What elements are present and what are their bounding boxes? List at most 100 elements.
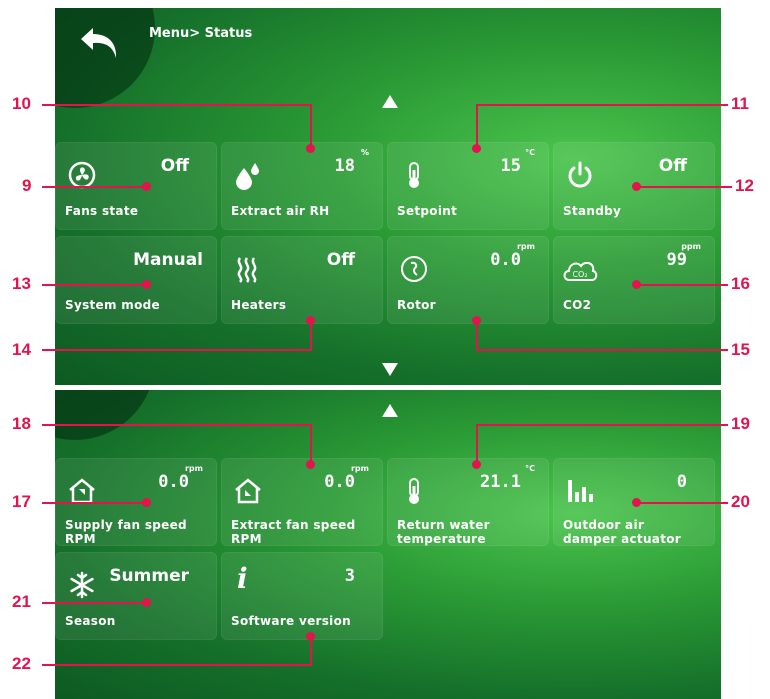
- callout-line: [476, 424, 728, 426]
- co2-unit: ppm: [681, 242, 701, 251]
- rotor-icon: [401, 256, 427, 282]
- outdoor-air-damper-value: 0: [676, 472, 687, 492]
- callout-line: [636, 284, 728, 286]
- system-mode-label: System mode: [65, 298, 160, 312]
- callout-9: 9: [22, 176, 32, 195]
- callout-line: [476, 104, 728, 106]
- house-extract-icon: [235, 478, 261, 504]
- extract-air-rh-value: 18: [334, 156, 355, 176]
- label-line-1: Supply fan speed: [65, 518, 187, 532]
- callout-12: 12: [735, 176, 754, 195]
- return-water-temp-value: 21.1: [480, 472, 521, 492]
- setpoint-label: Setpoint: [397, 204, 458, 218]
- breadcrumb: Menu> Status: [149, 26, 253, 41]
- callout-line: [476, 424, 478, 464]
- heater-waves-icon: [237, 257, 257, 283]
- scroll-up-arrow[interactable]: [382, 95, 398, 108]
- callout-19: 19: [731, 414, 750, 433]
- rotor-value: 0.0: [490, 250, 521, 270]
- standby-value: Off: [658, 156, 687, 176]
- label-line-1: Return water: [397, 518, 490, 532]
- callout-dot: [472, 144, 481, 153]
- heaters-value: Off: [326, 250, 355, 270]
- label-line-2: temperature: [397, 532, 486, 546]
- supply-fan-speed-label: Supply fan speed RPM: [65, 518, 187, 546]
- tile-extract-fan-speed[interactable]: 0.0 rpm Extract fan speed RPM: [221, 458, 383, 546]
- scroll-down-arrow[interactable]: [382, 363, 398, 376]
- callout-18: 18: [12, 414, 31, 433]
- outdoor-air-damper-label: Outdoor air damper actuator: [563, 518, 681, 546]
- label-line-1: Extract fan speed: [231, 518, 356, 532]
- snowflake-icon: [70, 571, 94, 599]
- power-icon: [568, 161, 592, 188]
- fans-state-value: Off: [160, 156, 189, 176]
- setpoint-value: 15: [500, 156, 521, 176]
- callout-13: 13: [12, 274, 31, 293]
- scroll-up-arrow[interactable]: [382, 404, 398, 417]
- tile-return-water-temp[interactable]: 21.1 °C Return water temperature: [387, 458, 549, 546]
- co2-cloud-icon: CO₂: [563, 261, 598, 281]
- tile-software-version[interactable]: i 3 Software version: [221, 552, 383, 640]
- co2-label: CO2: [563, 298, 592, 312]
- callout-dot: [306, 460, 315, 469]
- label-line-2: RPM: [231, 532, 262, 546]
- return-water-temp-unit: °C: [525, 464, 535, 473]
- callout-line: [310, 424, 312, 464]
- callout-dot: [142, 182, 151, 191]
- callout-21: 21: [12, 592, 31, 611]
- label-line-1: Outdoor air: [563, 518, 645, 532]
- tile-extract-air-rh[interactable]: 18 % Extract air RH: [221, 142, 383, 230]
- tile-system-mode[interactable]: Manual System mode: [55, 236, 217, 324]
- callout-line: [42, 284, 146, 286]
- bar-chart-icon: [568, 480, 593, 502]
- callout-line: [42, 349, 312, 351]
- rotor-label: Rotor: [397, 298, 436, 312]
- season-label: Season: [65, 614, 116, 628]
- callout-dot: [632, 498, 641, 507]
- callout-line: [476, 349, 728, 351]
- callout-11: 11: [731, 94, 749, 113]
- callout-20: 20: [731, 492, 750, 511]
- back-arrow-icon: [81, 28, 117, 58]
- label-line-2: RPM: [65, 532, 96, 546]
- extract-fan-speed-label: Extract fan speed RPM: [231, 518, 355, 546]
- rotor-unit: rpm: [516, 242, 535, 251]
- co2-value: 99: [666, 250, 687, 270]
- system-mode-value: Manual: [133, 250, 203, 270]
- tile-rotor[interactable]: 0.0 rpm Rotor: [387, 236, 549, 324]
- callout-dot: [142, 598, 151, 607]
- svg-text:CO₂: CO₂: [572, 270, 587, 279]
- extract-fan-speed-unit: rpm: [350, 464, 369, 473]
- status-panel-page-2: 0.0 rpm Supply fan speed RPM 0.0 rpm Ext…: [55, 390, 721, 699]
- callout-line: [42, 664, 312, 666]
- callout-line: [42, 502, 146, 504]
- callout-line: [42, 602, 146, 604]
- callout-16: 16: [731, 274, 750, 293]
- back-button[interactable]: [75, 22, 127, 64]
- label-line-2: damper actuator: [563, 532, 682, 546]
- callout-line: [42, 186, 146, 188]
- software-version-label: Software version: [231, 614, 351, 628]
- callout-dot: [472, 460, 481, 469]
- extract-air-rh-unit: %: [360, 148, 369, 157]
- season-value: Summer: [109, 566, 189, 586]
- callout-dot: [306, 632, 315, 641]
- callout-14: 14: [12, 340, 31, 359]
- heaters-label: Heaters: [231, 298, 287, 312]
- status-panel-page-1: Menu> Status Off Fans state 18 % Extract…: [55, 8, 721, 385]
- thermometer-icon: [409, 478, 419, 504]
- callout-dot: [142, 280, 151, 289]
- callout-dot: [306, 144, 315, 153]
- callout-dot: [632, 280, 641, 289]
- fans-state-label: Fans state: [65, 204, 139, 218]
- callout-line: [636, 186, 732, 188]
- info-icon: i: [237, 562, 248, 595]
- callout-10: 10: [12, 94, 31, 113]
- tile-heaters[interactable]: Off Heaters: [221, 236, 383, 324]
- extract-fan-speed-value: 0.0: [324, 472, 355, 492]
- callout-line: [42, 104, 312, 106]
- callout-dot: [142, 498, 151, 507]
- tile-season[interactable]: Summer Season: [55, 552, 217, 640]
- thermometer-icon: [409, 162, 419, 188]
- tile-setpoint[interactable]: 15 °C Setpoint: [387, 142, 549, 230]
